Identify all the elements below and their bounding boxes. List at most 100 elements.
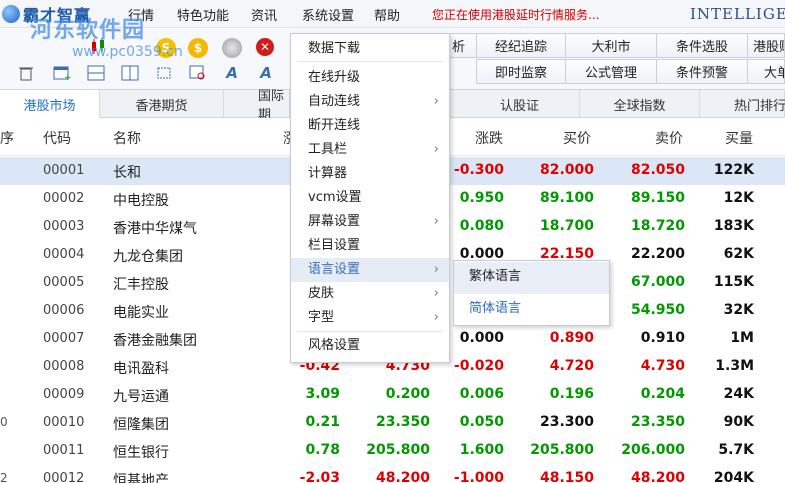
language-submenu: 繁体语言 简体语言	[453, 260, 610, 326]
cell-name: 恒基地产	[113, 473, 169, 483]
menu-item-8[interactable]: 栏目设置	[291, 234, 449, 258]
header-edge: 序	[0, 131, 14, 147]
cell-vol: 204K	[713, 470, 754, 483]
quick-btn-stock-screener[interactable]: 条件选股	[656, 33, 748, 58]
cell-name: 电能实业	[113, 305, 169, 321]
zoom-window-icon[interactable]	[188, 63, 208, 83]
font-a-alt-icon[interactable]: A	[256, 63, 276, 83]
globe-icon	[2, 5, 20, 23]
cell-chg: 0.050	[459, 414, 504, 430]
cell-bid: 205.800	[530, 442, 594, 458]
split-v-icon[interactable]	[120, 63, 140, 83]
tab-warrants[interactable]: 认股证	[460, 90, 580, 118]
menu-features[interactable]: 特色功能	[177, 5, 229, 24]
cell-vol: 90K	[723, 414, 754, 430]
delay-notice[interactable]: 您正在使用港股延时行情服务...	[432, 6, 599, 23]
menu-item-5[interactable]: 计算器	[291, 162, 449, 186]
row-edge-label: 0	[0, 415, 8, 429]
header-bid-volume[interactable]: 买量	[725, 128, 753, 148]
menu-item-label: 语言设置	[308, 262, 361, 277]
cell-ask: 89.150	[630, 190, 685, 206]
table-row[interactable]: 2 00012 恒基地产 -2.03 48.200 -1.000 48.150 48.200 2…	[0, 465, 785, 483]
cell-bid: 48.150	[539, 470, 594, 483]
cell-vol: 183K	[713, 218, 754, 234]
cell-ask: 0.204	[640, 386, 685, 402]
header-ask[interactable]: 卖价	[655, 128, 683, 148]
header-name[interactable]: 名称	[113, 128, 141, 148]
menu-item-label: vcm设置	[308, 190, 362, 205]
cell-chg: 0.006	[459, 386, 504, 402]
header-code[interactable]: 代码	[43, 128, 71, 148]
cell-vol: 24K	[723, 386, 754, 402]
menu-item-label: 计算器	[308, 166, 348, 181]
quick-btn-big-order[interactable]: 大单	[747, 59, 785, 84]
cell-vol: 5.7K	[718, 442, 754, 458]
cell-vol: 32K	[723, 302, 754, 318]
quick-btn-condition-alert[interactable]: 条件预警	[656, 59, 748, 84]
tab-hk-futures[interactable]: 香港期货	[100, 90, 224, 118]
brand-text: INTELLIGEN	[690, 5, 785, 23]
menu-item-9[interactable]: 语言设置 ›	[291, 258, 449, 282]
cell-code: 00007	[43, 331, 85, 346]
coin-dollar-icon[interactable]: $	[188, 38, 208, 58]
tab-hot-ranking[interactable]: 热门排行	[700, 90, 785, 118]
cell-last: 205.800	[366, 442, 430, 458]
menu-item-simplified-chinese[interactable]: 简体语言	[454, 294, 609, 326]
chevron-right-icon: ›	[433, 262, 439, 277]
header-change[interactable]: 涨跌	[475, 128, 503, 148]
menu-item-label: 在线升级	[308, 70, 361, 85]
font-a-icon[interactable]: A	[222, 63, 242, 83]
quick-btn-broker-track[interactable]: 经纪追踪	[476, 33, 566, 58]
menu-system-settings[interactable]: 系统设置	[302, 5, 354, 24]
disc-icon[interactable]	[222, 38, 242, 58]
trash-icon[interactable]	[16, 63, 36, 83]
menu-item-label: 风格设置	[308, 338, 361, 353]
cell-ask: 48.200	[630, 470, 685, 483]
cell-ask: 206.000	[621, 442, 685, 458]
quick-btn-formula-manager[interactable]: 公式管理	[565, 59, 657, 84]
menu-help[interactable]: 帮助	[374, 5, 400, 24]
table-row[interactable]: 00009 九号运通 3.09 0.200 0.006 0.196 0.204 24K	[0, 381, 785, 409]
cell-code: 00009	[43, 387, 85, 402]
cell-pct: 0.78	[305, 442, 340, 458]
quick-btn-hk-finance[interactable]: 港股财	[747, 33, 785, 58]
cell-bid: 82.000	[539, 162, 594, 178]
cell-bid: 23.300	[539, 414, 594, 430]
quick-btn-realtime-monitor[interactable]: 即时监察	[476, 59, 566, 84]
menu-item-2[interactable]: 自动连线 ›	[291, 90, 449, 114]
menu-item-label: 皮肤	[308, 286, 335, 301]
table-row[interactable]: 00011 恒生银行 0.78 205.800 1.600 205.800 206.000 5…	[0, 437, 785, 465]
menu-item-7[interactable]: 屏幕设置 ›	[291, 210, 449, 234]
cell-ask: 82.050	[630, 162, 685, 178]
close-red-icon[interactable]: ✕	[256, 38, 274, 56]
menu-item-12[interactable]: 风格设置	[291, 334, 449, 358]
menu-item-traditional-chinese[interactable]: 繁体语言	[454, 262, 609, 294]
cell-pct: 3.09	[305, 386, 340, 402]
tab-hk-stocks[interactable]: 港股市场	[0, 90, 100, 118]
menu-item-10[interactable]: 皮肤 ›	[291, 282, 449, 306]
cell-name: 中电控股	[113, 193, 169, 209]
cell-name: 九龙仓集团	[113, 249, 183, 265]
header-bid[interactable]: 买价	[563, 128, 591, 148]
crop-icon[interactable]	[154, 63, 174, 83]
split-h-icon[interactable]	[86, 63, 106, 83]
cell-vol: 122K	[713, 162, 754, 178]
menu-item-11[interactable]: 字型 ›	[291, 306, 449, 330]
cell-chg: -0.020	[453, 358, 504, 374]
cell-name: 香港金融集团	[113, 333, 197, 349]
cell-bid: 18.700	[539, 218, 594, 234]
cell-code: 00004	[43, 247, 85, 262]
add-window-icon[interactable]: +	[52, 63, 72, 83]
menu-news[interactable]: 资讯	[251, 5, 277, 24]
menu-item-3[interactable]: 断开连线	[291, 114, 449, 138]
menu-item-1[interactable]: 在线升级	[291, 66, 449, 90]
table-row[interactable]: 0 00010 恒隆集团 0.21 23.350 0.050 23.300 23.350 90K	[0, 409, 785, 437]
cell-code: 00006	[43, 303, 85, 318]
tab-global-index[interactable]: 全球指数	[580, 90, 700, 118]
quick-btn-big-market[interactable]: 大利市	[565, 33, 657, 58]
menu-item-0[interactable]: 数据下载	[291, 37, 449, 61]
menu-item-6[interactable]: vcm设置	[291, 186, 449, 210]
cell-ask: 67.000	[630, 274, 685, 290]
tab-international[interactable]: 国际期	[224, 89, 290, 123]
menu-item-4[interactable]: 工具栏 ›	[291, 138, 449, 162]
